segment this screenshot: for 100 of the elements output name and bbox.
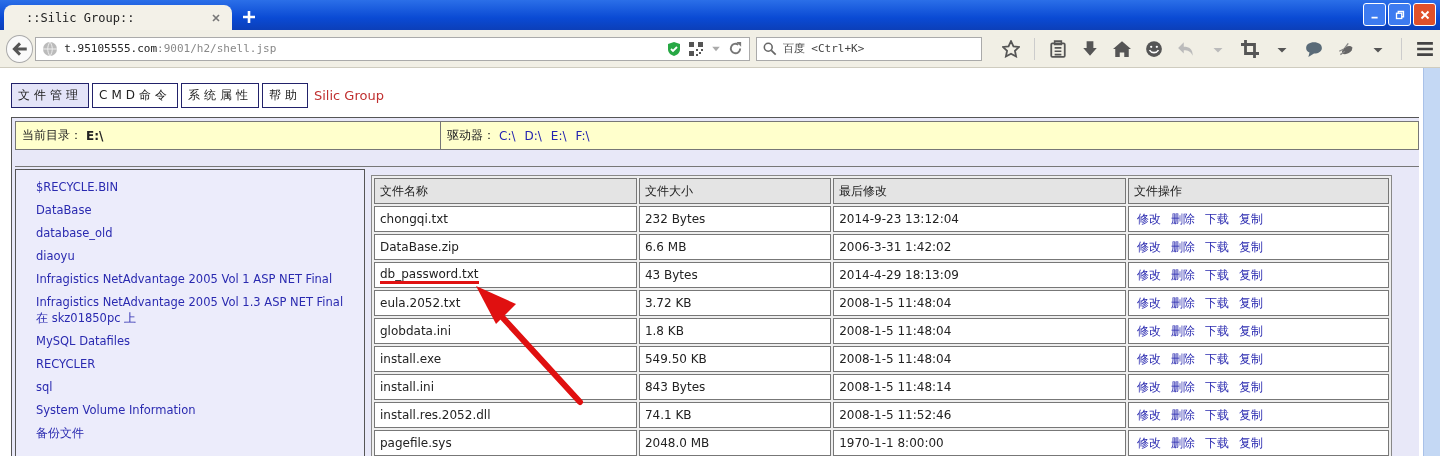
modified-time: 2014-4-29 18:13:09 [833,262,1126,288]
brand-text: Silic Group [314,88,384,103]
action-link[interactable]: 复制 [1238,378,1263,396]
file-name: install.exe [380,352,442,366]
reload-icon[interactable] [727,41,743,56]
action-link[interactable]: 修改 [1136,294,1161,312]
action-link[interactable]: 删除 [1170,210,1195,228]
action-link[interactable]: 修改 [1136,378,1161,396]
file-size: 6.6 MB [638,234,832,260]
action-link[interactable]: 删除 [1170,294,1195,312]
action-link[interactable]: 删除 [1170,378,1195,396]
drive-link[interactable]: D:\ [524,128,542,143]
restore-icon[interactable] [1388,3,1411,26]
action-link[interactable]: 修改 [1136,210,1161,228]
file-size: 1.8 KB [638,318,832,344]
folder-link[interactable]: sql [36,379,352,395]
scrollbar[interactable] [1423,68,1440,456]
action-link[interactable]: 复制 [1238,238,1263,256]
action-link[interactable]: 删除 [1170,434,1195,452]
folder-link[interactable]: Infragistics NetAdvantage 2005 Vol 1.3 ASP NET Final 在 skz01850pc 上 [36,294,352,326]
action-link[interactable]: 修改 [1136,238,1161,256]
chat-bubble-icon[interactable] [1305,39,1323,58]
folder-link[interactable]: MySQL Datafiles [36,333,352,349]
list-icon[interactable] [1049,39,1067,58]
action-link[interactable]: 修改 [1136,406,1161,424]
file-size: 549.50 KB [638,346,832,372]
nav-tab[interactable]: 帮助 [262,83,308,108]
action-link[interactable]: 修改 [1136,434,1161,452]
back-button[interactable] [6,34,34,63]
action-link[interactable]: 下载 [1204,434,1229,452]
action-link[interactable]: 下载 [1204,238,1229,256]
action-link[interactable]: 删除 [1170,406,1195,424]
nav-tab[interactable]: CMD命令 [92,83,178,108]
modified-time: 2006-3-31 1:42:02 [833,234,1126,260]
close-icon[interactable] [210,11,222,24]
smiley-icon[interactable] [1145,39,1163,58]
file-size: 43 Bytes [638,262,832,288]
current-dir-value: E:\ [86,128,104,143]
action-link[interactable]: 复制 [1238,294,1263,312]
star-icon[interactable] [1002,39,1020,58]
crop-icon[interactable] [1241,39,1259,58]
modified-time: 2014-9-23 13:12:04 [833,206,1126,232]
action-link[interactable]: 下载 [1204,210,1229,228]
action-link[interactable]: 复制 [1238,322,1263,340]
action-link[interactable]: 复制 [1238,406,1263,424]
action-link[interactable]: 下载 [1204,294,1229,312]
column-header: 文件名称 [374,178,637,204]
folder-link[interactable]: $RECYCLE.BIN [36,179,352,195]
browser-tab[interactable]: ::Silic Group:: [4,5,232,30]
drive-link[interactable]: F:\ [575,128,590,143]
action-link[interactable]: 复制 [1238,434,1263,452]
file-name: install.ini [380,380,434,394]
search-field[interactable]: 百度 <Ctrl+K> [755,36,982,61]
modified-time: 2008-1-5 11:48:14 [833,374,1126,400]
shield-icon[interactable] [665,40,682,57]
address-bar[interactable]: t.95105555.com:9001/h2/shell.jsp [35,36,750,61]
nav-tab[interactable]: 系统属性 [181,83,259,108]
home-icon[interactable] [1113,39,1131,58]
qr-code-icon[interactable] [687,40,704,57]
action-link[interactable]: 删除 [1170,266,1195,284]
folder-link[interactable]: diaoyu [36,248,352,264]
download-icon[interactable] [1081,39,1099,58]
action-link[interactable]: 下载 [1204,350,1229,368]
action-link[interactable]: 复制 [1238,210,1263,228]
close-icon[interactable] [1413,3,1436,26]
folder-link[interactable]: database_old [36,225,352,241]
nav-tab[interactable]: 文件管理 [11,83,89,108]
menu-icon[interactable] [1416,39,1434,58]
folder-link[interactable]: DataBase [36,202,352,218]
drive-link[interactable]: C:\ [499,128,516,143]
minimize-icon[interactable] [1363,3,1386,26]
action-link[interactable]: 下载 [1204,266,1229,284]
file-size: 843 Bytes [638,374,832,400]
folder-link[interactable]: 备份文件 [36,425,352,441]
action-link[interactable]: 删除 [1170,238,1195,256]
file-name: eula.2052.txt [380,296,461,310]
folder-link[interactable]: Infragistics NetAdvantage 2005 Vol 1 ASP NET Final [36,271,352,287]
action-link[interactable]: 复制 [1238,266,1263,284]
folder-link[interactable]: System Volume Information [36,402,352,418]
action-link[interactable]: 修改 [1136,266,1161,284]
action-link[interactable]: 下载 [1204,322,1229,340]
file-name: chongqi.txt [380,212,449,226]
column-header: 文件大小 [638,178,832,204]
file-name: pagefile.sys [380,436,452,450]
column-header: 最后修改 [833,178,1126,204]
file-name: install.res.2052.dll [380,408,491,422]
action-link[interactable]: 下载 [1204,378,1229,396]
modified-time: 2008-1-5 11:48:04 [833,318,1126,344]
file-name: DataBase.zip [380,240,459,254]
action-link[interactable]: 删除 [1170,350,1195,368]
action-link[interactable]: 删除 [1170,322,1195,340]
action-link[interactable]: 修改 [1136,350,1161,368]
drives-label: 驱动器： [447,127,495,144]
file-size: 74.1 KB [638,402,832,428]
action-link[interactable]: 下载 [1204,406,1229,424]
action-link[interactable]: 复制 [1238,350,1263,368]
drive-link[interactable]: E:\ [550,128,567,143]
file-name: db_password.txt [380,266,479,284]
folder-link[interactable]: RECYCLER [36,356,352,372]
action-link[interactable]: 修改 [1136,322,1161,340]
